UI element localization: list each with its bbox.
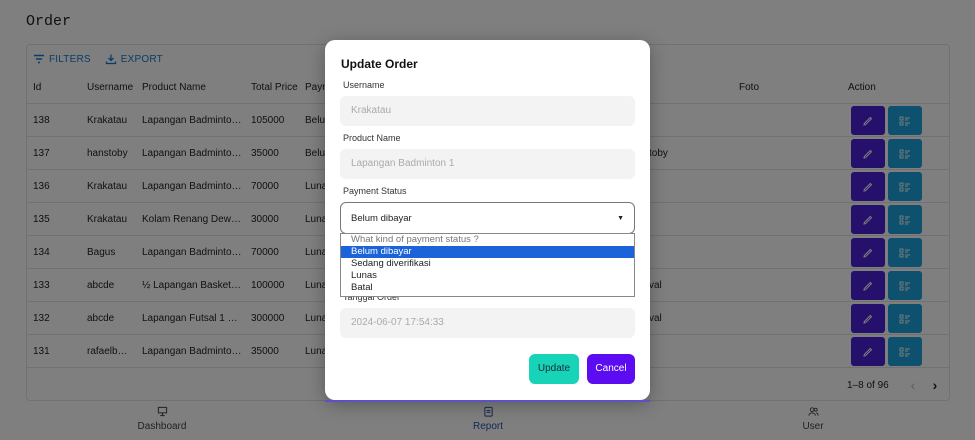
dropdown-option-placeholder: What kind of payment status ? (351, 234, 479, 245)
payment-status-value: Belum dibayar (351, 213, 412, 224)
cancel-button[interactable]: Cancel (587, 354, 635, 384)
product-name-label: Product Name (343, 133, 401, 143)
product-name-field[interactable]: Lapangan Badminton 1 (340, 149, 635, 179)
dropdown-option-belum-dibayar[interactable]: Belum dibayar (341, 246, 634, 258)
username-label: Username (343, 80, 385, 90)
modal-bottom-accent (325, 400, 650, 402)
username-field[interactable]: Krakatau (340, 96, 635, 126)
dropdown-option-batal[interactable]: Batal (341, 282, 634, 294)
caret-down-icon: ▼ (617, 215, 624, 222)
payment-status-select[interactable]: Belum dibayar ▼ (340, 202, 635, 234)
dropdown-option-lunas[interactable]: Lunas (341, 270, 634, 282)
dropdown-option-sedang-diverifikasi[interactable]: Sedang diverifikasi (341, 258, 634, 270)
update-order-dialog: Update Order Username Krakatau Product N… (325, 40, 650, 402)
order-date-field[interactable]: 2024-06-07 17:54:33 (340, 308, 635, 338)
payment-status-label: Payment Status (343, 186, 407, 196)
payment-status-dropdown: What kind of payment status ? Belum diba… (340, 233, 635, 297)
dialog-title: Update Order (341, 57, 418, 71)
update-button[interactable]: Update (529, 354, 579, 384)
